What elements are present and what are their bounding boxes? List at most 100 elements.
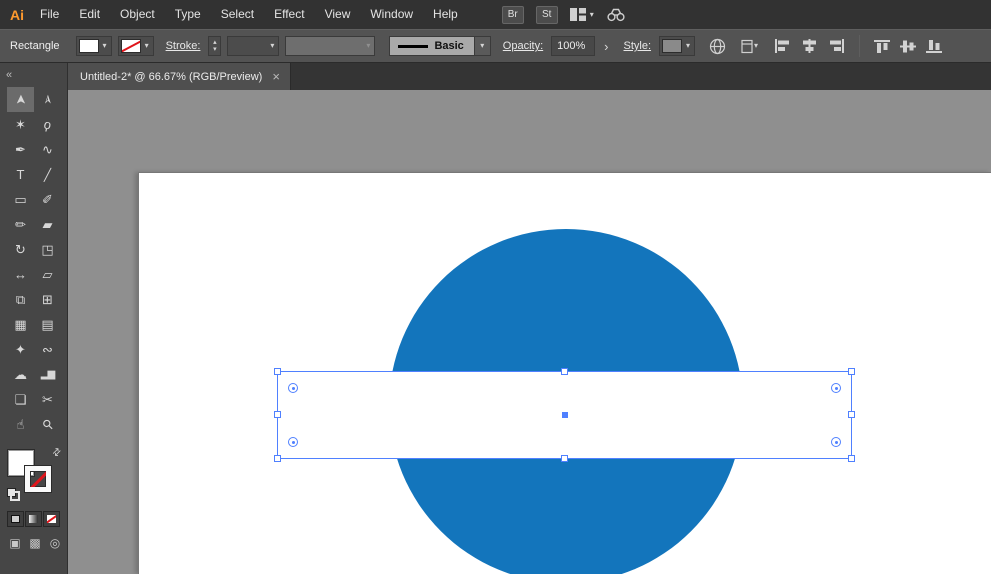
menu-select[interactable]: Select (211, 0, 264, 29)
tool-rotate[interactable]: ↻ (7, 237, 34, 262)
selection-handle-se[interactable] (848, 455, 855, 462)
style-label[interactable]: Style: (624, 40, 652, 52)
tool-line-segment[interactable]: ╱ (34, 162, 61, 187)
stroke-weight-stepper[interactable]: ▴ ▾ (208, 36, 221, 56)
tool-hand[interactable]: ☝ (7, 412, 34, 437)
tool-direct-selection[interactable]: ➢ (34, 87, 61, 112)
default-fill-stroke-icon[interactable] (7, 488, 20, 501)
corner-widget-sw[interactable] (288, 437, 298, 447)
app-logo-ai[interactable]: Ai (0, 7, 30, 23)
stock-button[interactable]: St (536, 6, 558, 24)
align-middle-icon[interactable] (900, 39, 916, 54)
fill-stroke-control: ⇄ (7, 449, 63, 501)
stroke-color-dropdown[interactable]: ▾ (118, 36, 154, 56)
menu-file[interactable]: File (30, 0, 69, 29)
selected-rectangle[interactable] (277, 371, 852, 459)
tool-rectangle[interactable]: ▭ (7, 187, 34, 212)
recolor-artwork-globe-icon[interactable] (709, 38, 726, 55)
draw-normal-icon[interactable]: ▣ (6, 536, 24, 550)
context-label: Rectangle (10, 40, 60, 52)
stroke-swatch[interactable] (25, 466, 51, 492)
tool-paintbrush[interactable]: ✐ (34, 187, 61, 212)
selection-handle-w[interactable] (274, 411, 281, 418)
selection-handle-s[interactable] (561, 455, 568, 462)
search-binoculars-icon[interactable] (606, 7, 626, 22)
collapse-panel-button[interactable]: « (6, 69, 12, 81)
tool-lasso[interactable]: ϙ (34, 112, 61, 137)
tool-slice[interactable]: ✂ (34, 387, 61, 412)
workspace-switcher[interactable]: ▾ (570, 8, 594, 21)
tool-gradient[interactable]: ▤ (34, 312, 61, 337)
tool-perspective-grid-icon: ⊞ (42, 293, 53, 306)
selection-handle-e[interactable] (848, 411, 855, 418)
graphic-style-dropdown[interactable]: ▾ (659, 36, 695, 56)
opacity-input[interactable]: 100% (551, 36, 595, 56)
tool-width-icon: ↔ (14, 268, 27, 281)
tool-curvature[interactable]: ∿ (34, 137, 61, 162)
canvas[interactable] (68, 90, 991, 574)
opacity-value: 100% (557, 40, 585, 52)
tool-mesh[interactable]: ▦ (7, 312, 34, 337)
tool-artboard[interactable]: ❏ (7, 387, 34, 412)
tool-perspective-grid[interactable]: ⊞ (34, 287, 61, 312)
draw-behind-icon[interactable]: ▩ (26, 536, 44, 550)
tool-symbol-sprayer[interactable]: ☁ (7, 362, 34, 387)
tool-magic-wand[interactable]: ✶ (7, 112, 34, 137)
align-left-icon[interactable] (774, 39, 791, 53)
variable-width-profile-dropdown[interactable]: ▾ (285, 36, 375, 56)
corner-widget-ne[interactable] (831, 383, 841, 393)
menu-window[interactable]: Window (360, 0, 423, 29)
close-tab-icon[interactable]: × (272, 70, 280, 83)
arrange-documents-dropdown[interactable]: ▾ (740, 39, 758, 54)
tool-selection[interactable]: ➤ (7, 87, 34, 112)
chevron-right-icon[interactable]: › (601, 40, 611, 53)
color-button[interactable] (7, 511, 24, 527)
align-center-icon[interactable] (801, 39, 818, 53)
selection-handle-sw[interactable] (274, 455, 281, 462)
menu-view[interactable]: View (315, 0, 361, 29)
draw-inside-icon[interactable]: ◎ (46, 536, 64, 550)
document-tab[interactable]: Untitled-2* @ 66.67% (RGB/Preview) × (68, 63, 291, 90)
menu-type[interactable]: Type (165, 0, 211, 29)
swap-fill-stroke-icon[interactable]: ⇄ (50, 446, 64, 460)
tool-pen[interactable]: ✒ (7, 137, 34, 162)
tool-scale[interactable]: ◳ (34, 237, 61, 262)
tool-scale-icon: ◳ (41, 243, 53, 256)
tool-eraser[interactable]: ▰ (34, 212, 61, 237)
stroke-weight-dropdown[interactable]: ▾ (227, 36, 279, 56)
tool-eyedropper[interactable]: ✦ (7, 337, 34, 362)
none-button-swatch (47, 515, 56, 523)
menu-help[interactable]: Help (423, 0, 468, 29)
chevron-down-icon: ▾ (141, 42, 153, 50)
tool-type[interactable]: T (7, 162, 34, 187)
brush-definition-dropdown[interactable]: Basic ▾ (389, 36, 490, 56)
corner-widget-se[interactable] (831, 437, 841, 447)
menu-edit[interactable]: Edit (69, 0, 110, 29)
align-top-icon[interactable] (874, 39, 890, 54)
chevron-down-icon: ▾ (362, 42, 374, 50)
opacity-label[interactable]: Opacity: (503, 40, 543, 52)
gradient-button[interactable] (25, 511, 42, 527)
tool-zoom[interactable]: ⚲ (34, 412, 61, 437)
tool-column-graph-icon: ▂▆ (41, 370, 54, 380)
center-point[interactable] (562, 412, 568, 418)
tool-shape-builder[interactable]: ⧉ (7, 287, 34, 312)
tool-width[interactable]: ↔ (7, 262, 34, 287)
menu-object[interactable]: Object (110, 0, 165, 29)
tool-column-graph[interactable]: ▂▆ (34, 362, 61, 387)
stroke-weight-label[interactable]: Stroke: (166, 40, 201, 52)
align-right-icon[interactable] (828, 39, 845, 53)
selection-handle-ne[interactable] (848, 368, 855, 375)
none-button[interactable] (43, 511, 60, 527)
tool-shaper[interactable]: ✏ (7, 212, 34, 237)
bridge-button[interactable]: Br (502, 6, 524, 24)
selection-handle-nw[interactable] (274, 368, 281, 375)
fill-color-dropdown[interactable]: ▾ (76, 36, 112, 56)
menu-effect[interactable]: Effect (264, 0, 314, 29)
separator (859, 35, 860, 57)
selection-handle-n[interactable] (561, 368, 568, 375)
tool-blend[interactable]: ∾ (34, 337, 61, 362)
tool-free-transform[interactable]: ▱ (34, 262, 61, 287)
corner-widget-nw[interactable] (288, 383, 298, 393)
align-bottom-icon[interactable] (926, 39, 942, 54)
